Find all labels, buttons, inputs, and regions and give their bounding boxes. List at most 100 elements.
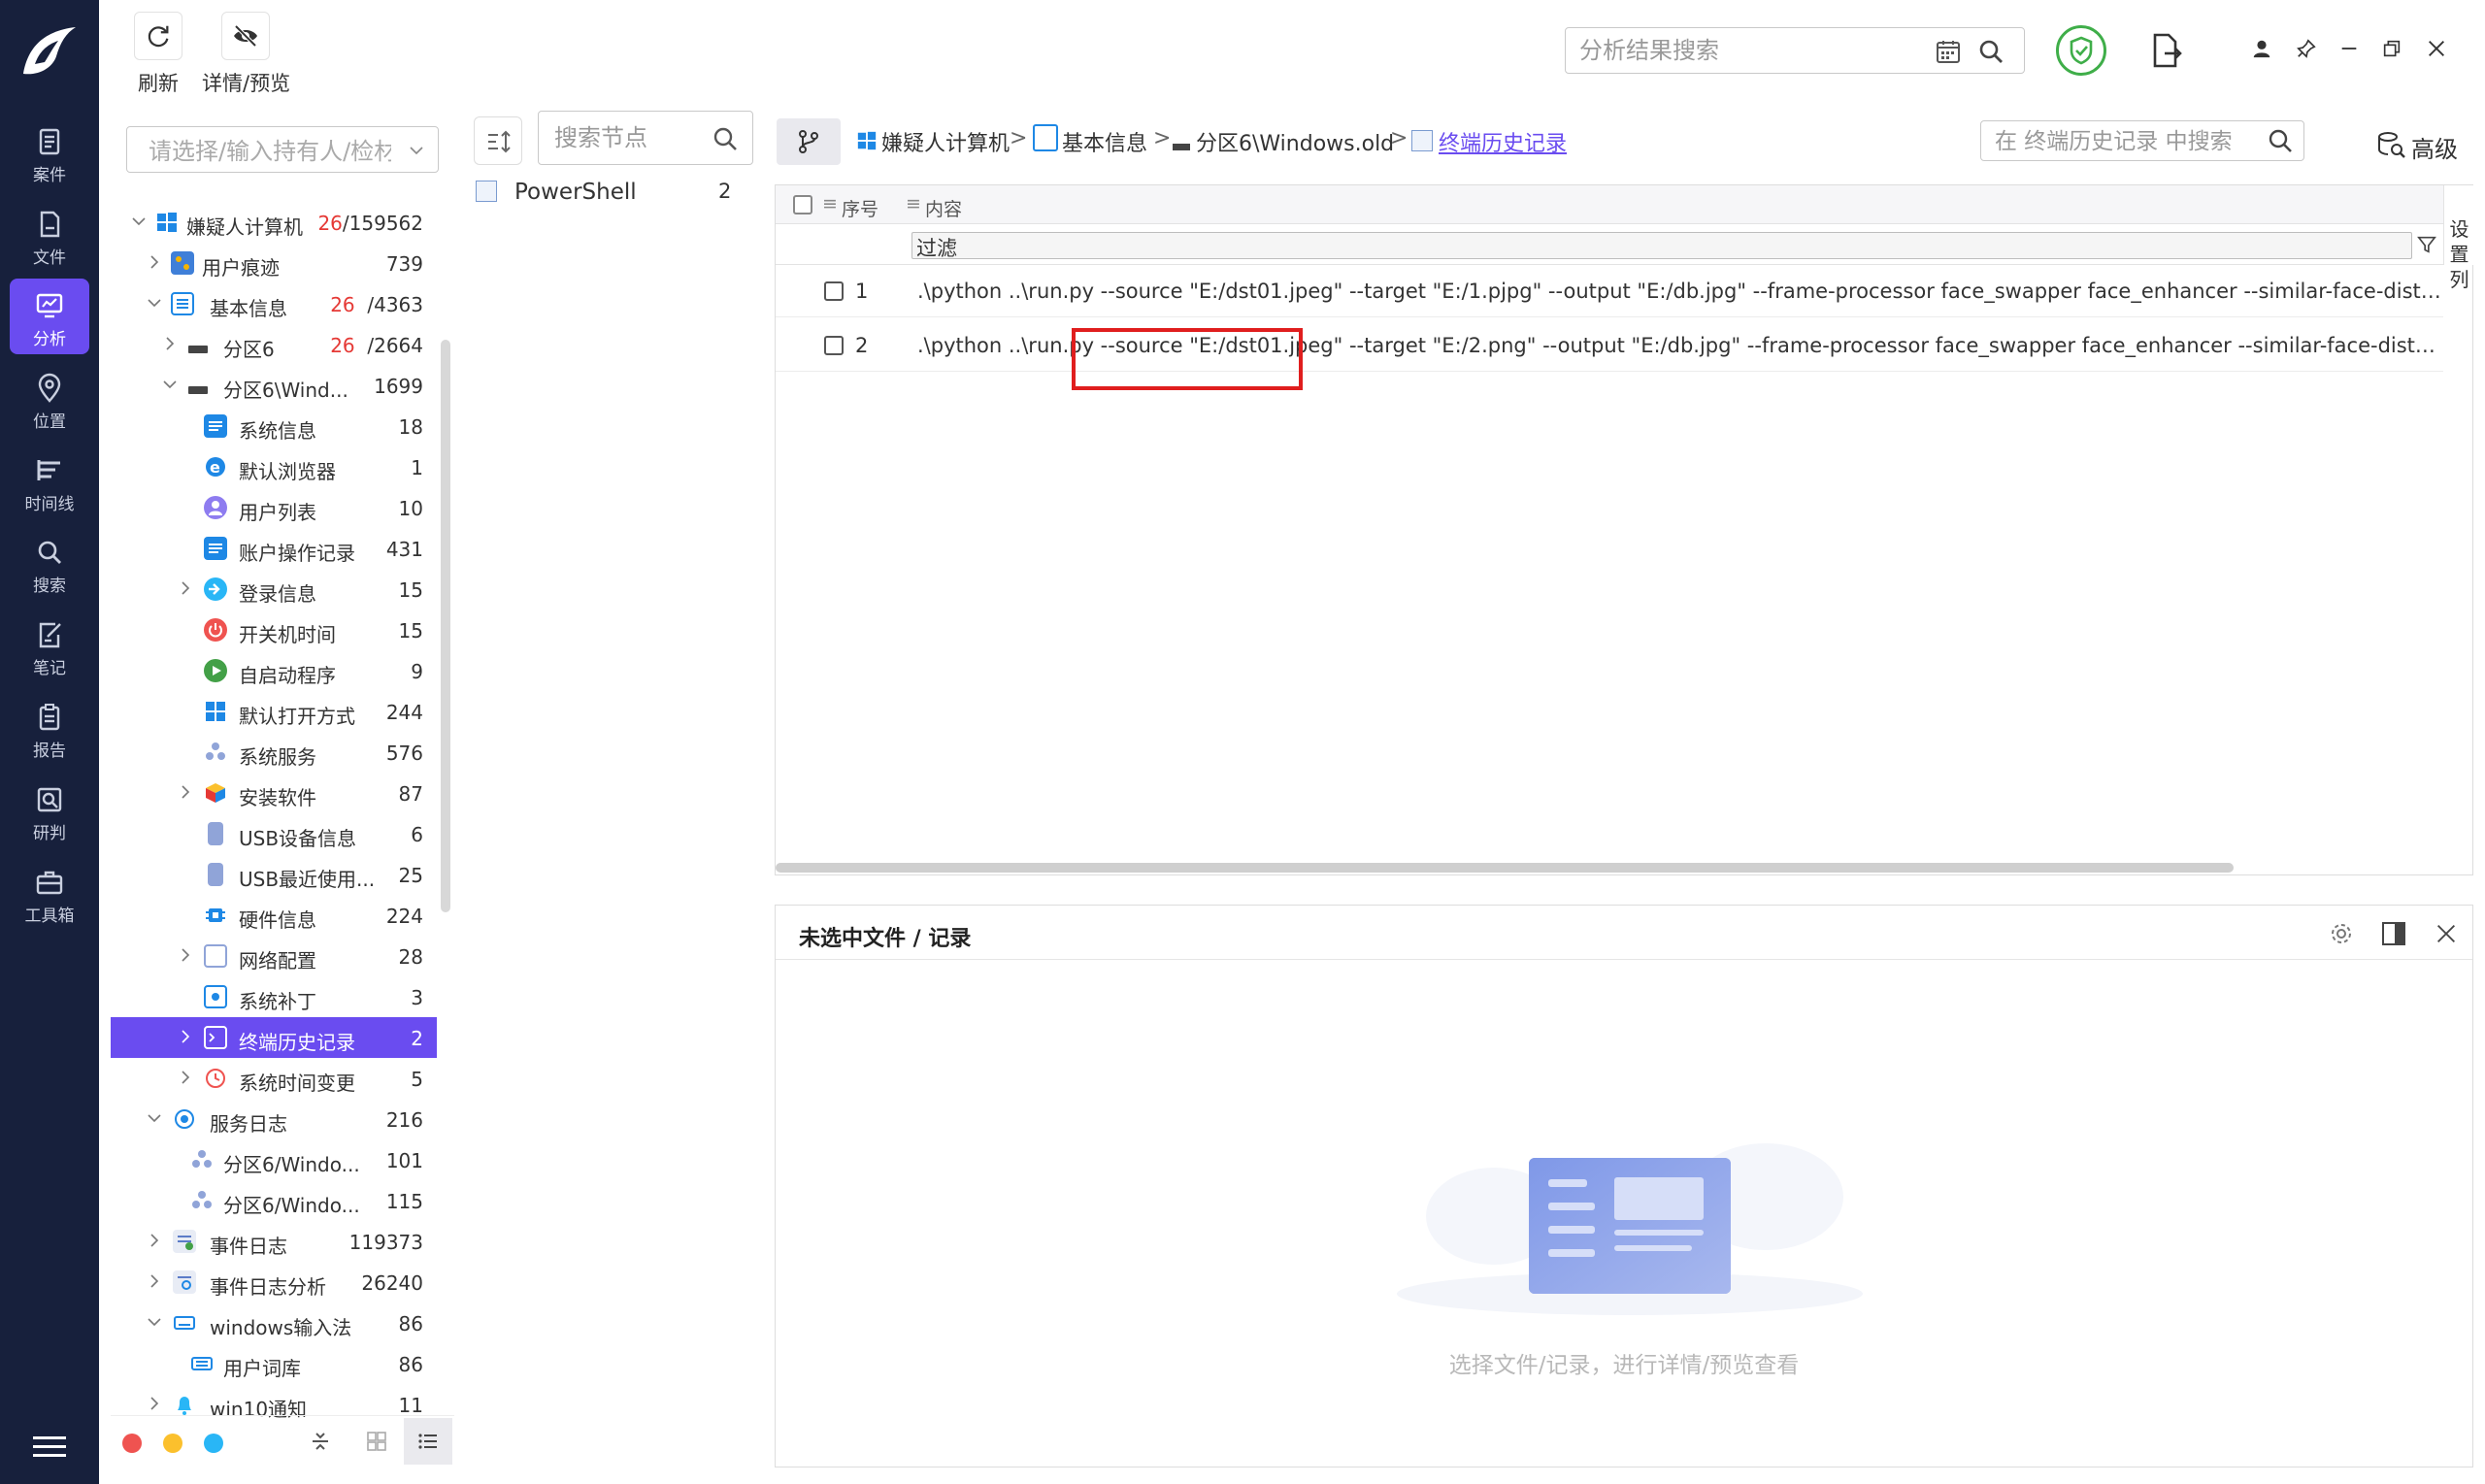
table-horizontal-scrollbar[interactable] (776, 863, 2234, 873)
breadcrumb-item-terminal-history[interactable]: 终端历史记录 (1439, 126, 1567, 157)
breadcrumb-item-partition[interactable]: 分区6\Windows.old (1196, 126, 1394, 157)
svg-text:e: e (210, 458, 220, 477)
nav-item-timeline[interactable]: 时间线 (10, 444, 89, 519)
tree-node-user-dictionary[interactable]: 用户词库 86 (111, 1343, 437, 1384)
refresh-button[interactable]: 刷新 (134, 12, 182, 97)
calendar-icon[interactable] (1935, 38, 1962, 65)
close-window-icon[interactable] (2423, 35, 2450, 62)
user-icon[interactable] (2248, 35, 2275, 62)
records-table: ≡ 序号 ≡ 内容 过滤 1 .\python ..\run.py --sour… (775, 184, 2474, 875)
holder-select[interactable] (126, 126, 439, 173)
tree-node-count: 1699 (374, 375, 423, 398)
settings-gear-icon[interactable] (2327, 919, 2356, 948)
row-checkbox[interactable] (824, 281, 844, 301)
tree-node-basic-info[interactable]: 基本信息 26 /4363 (111, 283, 437, 324)
nav-item-analysis[interactable]: 分析 (10, 279, 89, 354)
tree-node-service-log[interactable]: 服务日志 216 (111, 1099, 437, 1139)
tree-node-time-change[interactable]: 系统时间变更 5 (111, 1058, 437, 1099)
restore-icon[interactable] (2378, 35, 2405, 62)
tree-node-hardware-info[interactable]: 硬件信息 224 (111, 895, 437, 936)
terminal-icon (1411, 130, 1433, 151)
tree-node-login-info[interactable]: 登录信息 15 (111, 569, 437, 610)
node-item-label: PowerShell (514, 180, 637, 205)
tree-node-event-log[interactable]: 事件日志 119373 (111, 1221, 437, 1262)
hamburger-menu-icon[interactable] (33, 1435, 66, 1460)
tree-node-system-info[interactable]: 系统信息 18 (111, 406, 437, 446)
package-icon (204, 781, 227, 805)
tree-node-label: 系统补丁 (239, 990, 316, 1013)
grid-view-icon[interactable] (365, 1430, 388, 1453)
node-item-powershell[interactable]: PowerShell 2 (476, 177, 747, 212)
yellow-tag-filter-icon[interactable] (163, 1434, 182, 1453)
nav-item-report[interactable]: 报告 (10, 690, 89, 766)
tree-node-power-time[interactable]: 开关机时间 15 (111, 610, 437, 650)
tree-node-partition6[interactable]: 分区6 26 /2664 (111, 324, 437, 365)
nav-item-toolbox[interactable]: 工具箱 (10, 855, 89, 931)
breadcrumb-item-basic-info[interactable]: 基本信息 (1062, 126, 1147, 157)
search-icon[interactable] (2267, 127, 2294, 154)
row-checkbox[interactable] (824, 336, 844, 355)
nav-label: 搜索 (33, 577, 66, 596)
pin-icon[interactable] (2293, 35, 2320, 62)
column-settings-button[interactable]: 设置列 (2443, 185, 2474, 291)
tree-node-installed-software[interactable]: 安装软件 87 (111, 773, 437, 813)
chevron-right-icon (182, 581, 190, 595)
tree-node-service-log-partition-a[interactable]: 分区6/Windo... 101 (111, 1139, 437, 1180)
tree-node-network-config[interactable]: 网络配置 28 (111, 936, 437, 976)
preview-toggle-button[interactable]: 详情/预览 (202, 12, 290, 97)
column-header-seq[interactable]: 序号 (842, 195, 878, 221)
nav-item-location[interactable]: 位置 (10, 361, 89, 437)
tree-node-suspect-computer[interactable]: 嫌疑人计算机 26/159562 (111, 202, 437, 243)
branch-button[interactable] (777, 118, 841, 165)
filter-icon[interactable] (2416, 234, 2437, 255)
tree-node-windows-ime[interactable]: windows输入法 86 (111, 1303, 437, 1343)
tree-node-system-services[interactable]: 系统服务 576 (111, 732, 437, 773)
sort-toggle-button[interactable] (474, 116, 522, 165)
table-search-input[interactable] (1995, 127, 2257, 156)
tree-node-terminal-history[interactable]: 终端历史记录 2 (111, 1017, 437, 1058)
red-tag-filter-icon[interactable] (122, 1434, 142, 1453)
minimize-icon[interactable] (2336, 35, 2363, 62)
breadcrumb-item-computer[interactable]: 嫌疑人计算机 (881, 126, 1010, 157)
export-icon[interactable] (2147, 31, 2184, 70)
nav-item-judge[interactable]: 研判 (10, 773, 89, 848)
tree-bottom-bar (111, 1415, 454, 1465)
tree-node-user-list[interactable]: 用户列表 10 (111, 487, 437, 528)
column-header-content[interactable]: 内容 (925, 195, 962, 221)
nav-item-search[interactable]: 搜索 (10, 525, 89, 601)
nav-item-file[interactable]: 文件 (10, 197, 89, 273)
tree-node-account-ops[interactable]: 账户操作记录 431 (111, 528, 437, 569)
holder-select-input[interactable] (149, 137, 391, 166)
shield-status-icon[interactable] (2056, 25, 2106, 76)
split-view-icon[interactable] (2379, 919, 2408, 948)
close-panel-icon[interactable] (2432, 919, 2461, 948)
collapse-all-icon[interactable] (309, 1430, 332, 1453)
tree-node-usb-devices[interactable]: USB设备信息 6 (111, 813, 437, 854)
tree-node-count: 1 (411, 456, 423, 479)
tree-node-event-log-analysis[interactable]: 事件日志分析 26240 (111, 1262, 437, 1303)
bell-icon (173, 1393, 196, 1416)
tree-node-autostart[interactable]: 自启动程序 9 (111, 650, 437, 691)
tree-node-user-traces[interactable]: 用户痕迹 739 (111, 243, 437, 283)
node-search-input[interactable] (554, 123, 700, 152)
terminal-icon (476, 181, 497, 202)
nav-item-note[interactable]: 笔记 (10, 608, 89, 683)
tree-node-usb-recent[interactable]: USB最近使用... 25 (111, 854, 437, 895)
search-icon[interactable] (712, 125, 739, 152)
global-search-input[interactable] (1579, 36, 1919, 65)
search-icon[interactable] (1977, 38, 2005, 65)
tree-node-default-browser[interactable]: e 默认浏览器 1 (111, 446, 437, 487)
nav-item-case[interactable]: 案件 (10, 115, 89, 190)
tree-node-service-log-partition-b[interactable]: 分区6/Windo... 115 (111, 1180, 437, 1221)
select-all-checkbox[interactable] (793, 195, 812, 214)
content-filter-input[interactable]: 过滤 (911, 232, 2412, 260)
list-view-button[interactable] (404, 1418, 452, 1465)
tree-node-partition6-windows-old[interactable]: 分区6\Wind... 1699 (111, 365, 437, 406)
tree-node-default-open[interactable]: 默认打开方式 244 (111, 691, 437, 732)
tree-node-system-patch[interactable]: 系统补丁 3 (111, 976, 437, 1017)
tree-scrollbar[interactable] (441, 340, 450, 912)
blue-tag-filter-icon[interactable] (204, 1434, 223, 1453)
table-header: ≡ 序号 ≡ 内容 (776, 185, 2443, 224)
table-row[interactable]: 2 .\python ..\run.py --source "E:/dst01.… (776, 319, 2443, 372)
table-row[interactable]: 1 .\python ..\run.py --source "E:/dst01.… (776, 265, 2443, 317)
